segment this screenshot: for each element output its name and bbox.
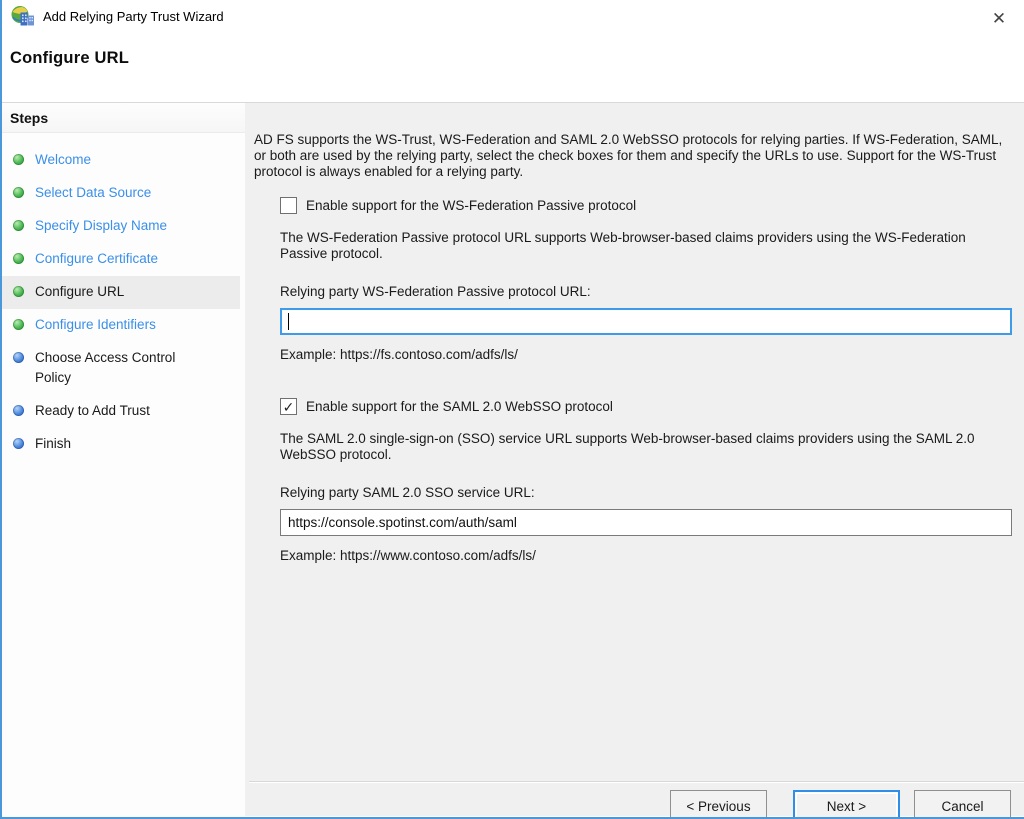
- step-done-icon: [13, 220, 24, 231]
- wsfed-url-input-wrap: [280, 308, 1012, 335]
- step-welcome[interactable]: Welcome: [2, 144, 245, 177]
- saml-checkbox-row[interactable]: ✓ Enable support for the SAML 2.0 WebSSO…: [280, 398, 1012, 415]
- step-finish: Finish: [2, 428, 245, 461]
- adfs-app-icon: [11, 5, 35, 27]
- saml-checkbox-label[interactable]: Enable support for the SAML 2.0 WebSSO p…: [306, 399, 613, 414]
- previous-button[interactable]: < Previous: [670, 790, 767, 819]
- saml-url-input[interactable]: [280, 509, 1012, 536]
- window-title: Add Relying Party Trust Wizard: [43, 9, 224, 24]
- step-done-icon: [13, 286, 24, 297]
- text-caret: [288, 313, 289, 330]
- step-choose-access-control-policy: Choose Access Control Policy: [2, 342, 245, 395]
- step-configure-certificate[interactable]: Configure Certificate: [2, 243, 245, 276]
- wsfed-url-label: Relying party WS-Federation Passive prot…: [280, 284, 1012, 299]
- wsfed-checkbox[interactable]: [280, 197, 297, 214]
- footer-separator: [249, 781, 1024, 783]
- steps-sidebar: Steps Welcome Select Data Source Specify…: [2, 103, 245, 816]
- wsfed-url-input[interactable]: [280, 308, 1012, 335]
- saml-url-input-wrap: [280, 509, 1012, 536]
- footer-buttons: < Previous Next > Cancel: [670, 790, 1011, 819]
- cancel-button[interactable]: Cancel: [914, 790, 1011, 819]
- wizard-window: Add Relying Party Trust Wizard ✕ Configu…: [0, 0, 1024, 819]
- steps-header: Steps: [2, 103, 245, 133]
- step-select-data-source[interactable]: Select Data Source: [2, 177, 245, 210]
- intro-text: AD FS supports the WS-Trust, WS-Federati…: [254, 132, 1012, 180]
- title-bar: Add Relying Party Trust Wizard ✕: [2, 0, 1024, 32]
- page-title: Configure URL: [2, 32, 1024, 68]
- wsfed-example-text: Example: https://fs.contoso.com/adfs/ls/: [280, 347, 1012, 362]
- wsfed-checkbox-row[interactable]: Enable support for the WS-Federation Pas…: [280, 197, 1012, 214]
- next-button[interactable]: Next >: [793, 790, 900, 819]
- saml-section: ✓ Enable support for the SAML 2.0 WebSSO…: [280, 398, 1012, 563]
- check-icon: ✓: [283, 400, 295, 414]
- wsfed-checkbox-label[interactable]: Enable support for the WS-Federation Pas…: [306, 198, 636, 213]
- saml-description: The SAML 2.0 single-sign-on (SSO) servic…: [280, 431, 1010, 463]
- wsfed-description: The WS-Federation Passive protocol URL s…: [280, 230, 1010, 262]
- step-configure-identifiers[interactable]: Configure Identifiers: [2, 309, 245, 342]
- saml-url-label: Relying party SAML 2.0 SSO service URL:: [280, 485, 1012, 500]
- steps-list: Welcome Select Data Source Specify Displ…: [2, 133, 245, 461]
- step-todo-icon: [13, 438, 24, 449]
- saml-example-text: Example: https://www.contoso.com/adfs/ls…: [280, 548, 1012, 563]
- close-button[interactable]: ✕: [984, 6, 1014, 32]
- step-configure-url-current: Configure URL: [2, 276, 240, 309]
- step-todo-icon: [13, 405, 24, 416]
- wsfed-section: Enable support for the WS-Federation Pas…: [280, 197, 1012, 362]
- step-done-icon: [13, 253, 24, 264]
- step-done-icon: [13, 154, 24, 165]
- close-icon: ✕: [992, 9, 1006, 29]
- heading-row: Configure URL: [2, 32, 1024, 103]
- step-todo-icon: [13, 352, 24, 363]
- content-pane: AD FS supports the WS-Trust, WS-Federati…: [245, 103, 1024, 816]
- step-done-icon: [13, 319, 24, 330]
- step-specify-display-name[interactable]: Specify Display Name: [2, 210, 245, 243]
- step-done-icon: [13, 187, 24, 198]
- step-ready-to-add-trust: Ready to Add Trust: [2, 395, 245, 428]
- saml-checkbox[interactable]: ✓: [280, 398, 297, 415]
